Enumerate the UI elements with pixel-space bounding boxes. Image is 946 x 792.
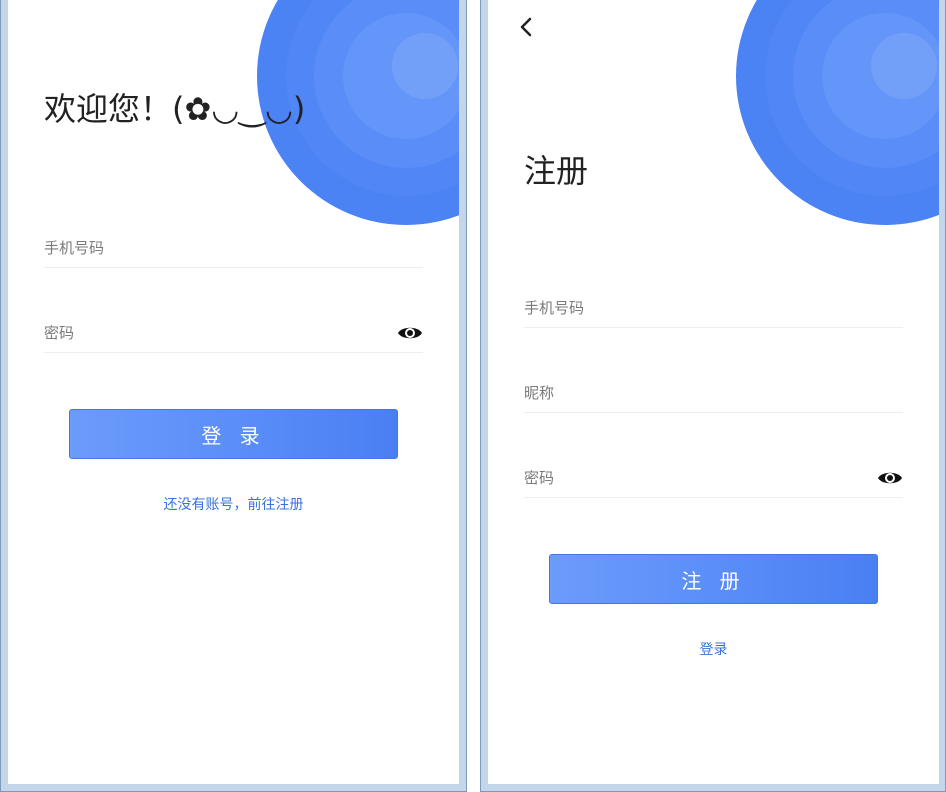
login-link[interactable]: 登录 bbox=[488, 639, 939, 659]
register-button[interactable]: 注 册 bbox=[549, 554, 878, 604]
phone-field[interactable]: 手机号码 bbox=[524, 288, 903, 328]
password-placeholder: 密码 bbox=[44, 324, 75, 342]
register-screen: 注册 手机号码 昵称 密码 注 册 登录 bbox=[488, 0, 939, 784]
register-link[interactable]: 还没有账号，前往注册 bbox=[8, 494, 459, 514]
decor-circle bbox=[392, 33, 458, 99]
page-title: 注册 bbox=[524, 152, 589, 190]
decor-circle bbox=[871, 33, 937, 99]
nickname-field[interactable]: 昵称 bbox=[524, 373, 903, 413]
page-title: 欢迎您！(✿◡‿◡) bbox=[44, 90, 306, 128]
phone-placeholder: 手机号码 bbox=[524, 299, 585, 317]
phone-field[interactable]: 手机号码 bbox=[44, 228, 423, 268]
eye-icon[interactable] bbox=[397, 324, 423, 342]
login-screen: 欢迎您！(✿◡‿◡) 手机号码 密码 登 录 还没有账号，前往注册 bbox=[8, 0, 459, 784]
nickname-placeholder: 昵称 bbox=[524, 384, 555, 402]
phone-placeholder: 手机号码 bbox=[44, 239, 105, 257]
password-placeholder: 密码 bbox=[524, 469, 555, 487]
eye-icon[interactable] bbox=[877, 469, 903, 487]
register-window-frame: 注册 手机号码 昵称 密码 注 册 登录 bbox=[480, 0, 946, 792]
password-field[interactable]: 密码 bbox=[44, 313, 423, 353]
login-window-frame: 欢迎您！(✿◡‿◡) 手机号码 密码 登 录 还没有账号，前往注册 bbox=[0, 0, 467, 792]
login-button[interactable]: 登 录 bbox=[69, 409, 398, 459]
password-field[interactable]: 密码 bbox=[524, 458, 903, 498]
chevron-left-icon[interactable] bbox=[514, 14, 540, 40]
